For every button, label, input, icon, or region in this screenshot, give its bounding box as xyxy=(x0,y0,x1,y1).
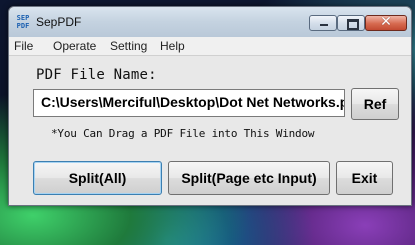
title-bar[interactable]: SEP PDF SepPDF ✕ xyxy=(9,7,411,37)
window-title: SepPDF xyxy=(36,15,82,29)
ref-button[interactable]: Ref xyxy=(351,88,399,120)
maximize-button[interactable] xyxy=(337,15,365,31)
minimize-button[interactable] xyxy=(309,15,337,31)
menu-file[interactable]: File xyxy=(14,39,33,53)
maximize-icon xyxy=(347,19,359,30)
menu-bar: File Operate Setting Help xyxy=(9,37,411,56)
seppdf-app-icon: SEP PDF xyxy=(16,14,30,30)
close-button[interactable]: ✕ xyxy=(365,14,407,31)
menu-operate[interactable]: Operate xyxy=(53,39,96,53)
seppdf-window: SEP PDF SepPDF ✕ File Operate Setting He… xyxy=(8,6,412,206)
minimize-icon xyxy=(320,24,328,26)
close-icon: ✕ xyxy=(380,14,392,30)
menu-setting[interactable]: Setting xyxy=(110,39,147,53)
split-all-button[interactable]: Split(All) xyxy=(33,161,162,195)
exit-button[interactable]: Exit xyxy=(336,161,393,195)
menu-help[interactable]: Help xyxy=(160,39,185,53)
drag-hint-text: *You Can Drag a PDF File into This Windo… xyxy=(51,127,315,140)
pdf-file-name-label: PDF File Name: xyxy=(36,67,157,83)
split-page-input-button[interactable]: Split(Page etc Input) xyxy=(168,161,330,195)
pdf-path-field[interactable]: C:\Users\Merciful\Desktop\Dot Net Networ… xyxy=(33,89,345,117)
